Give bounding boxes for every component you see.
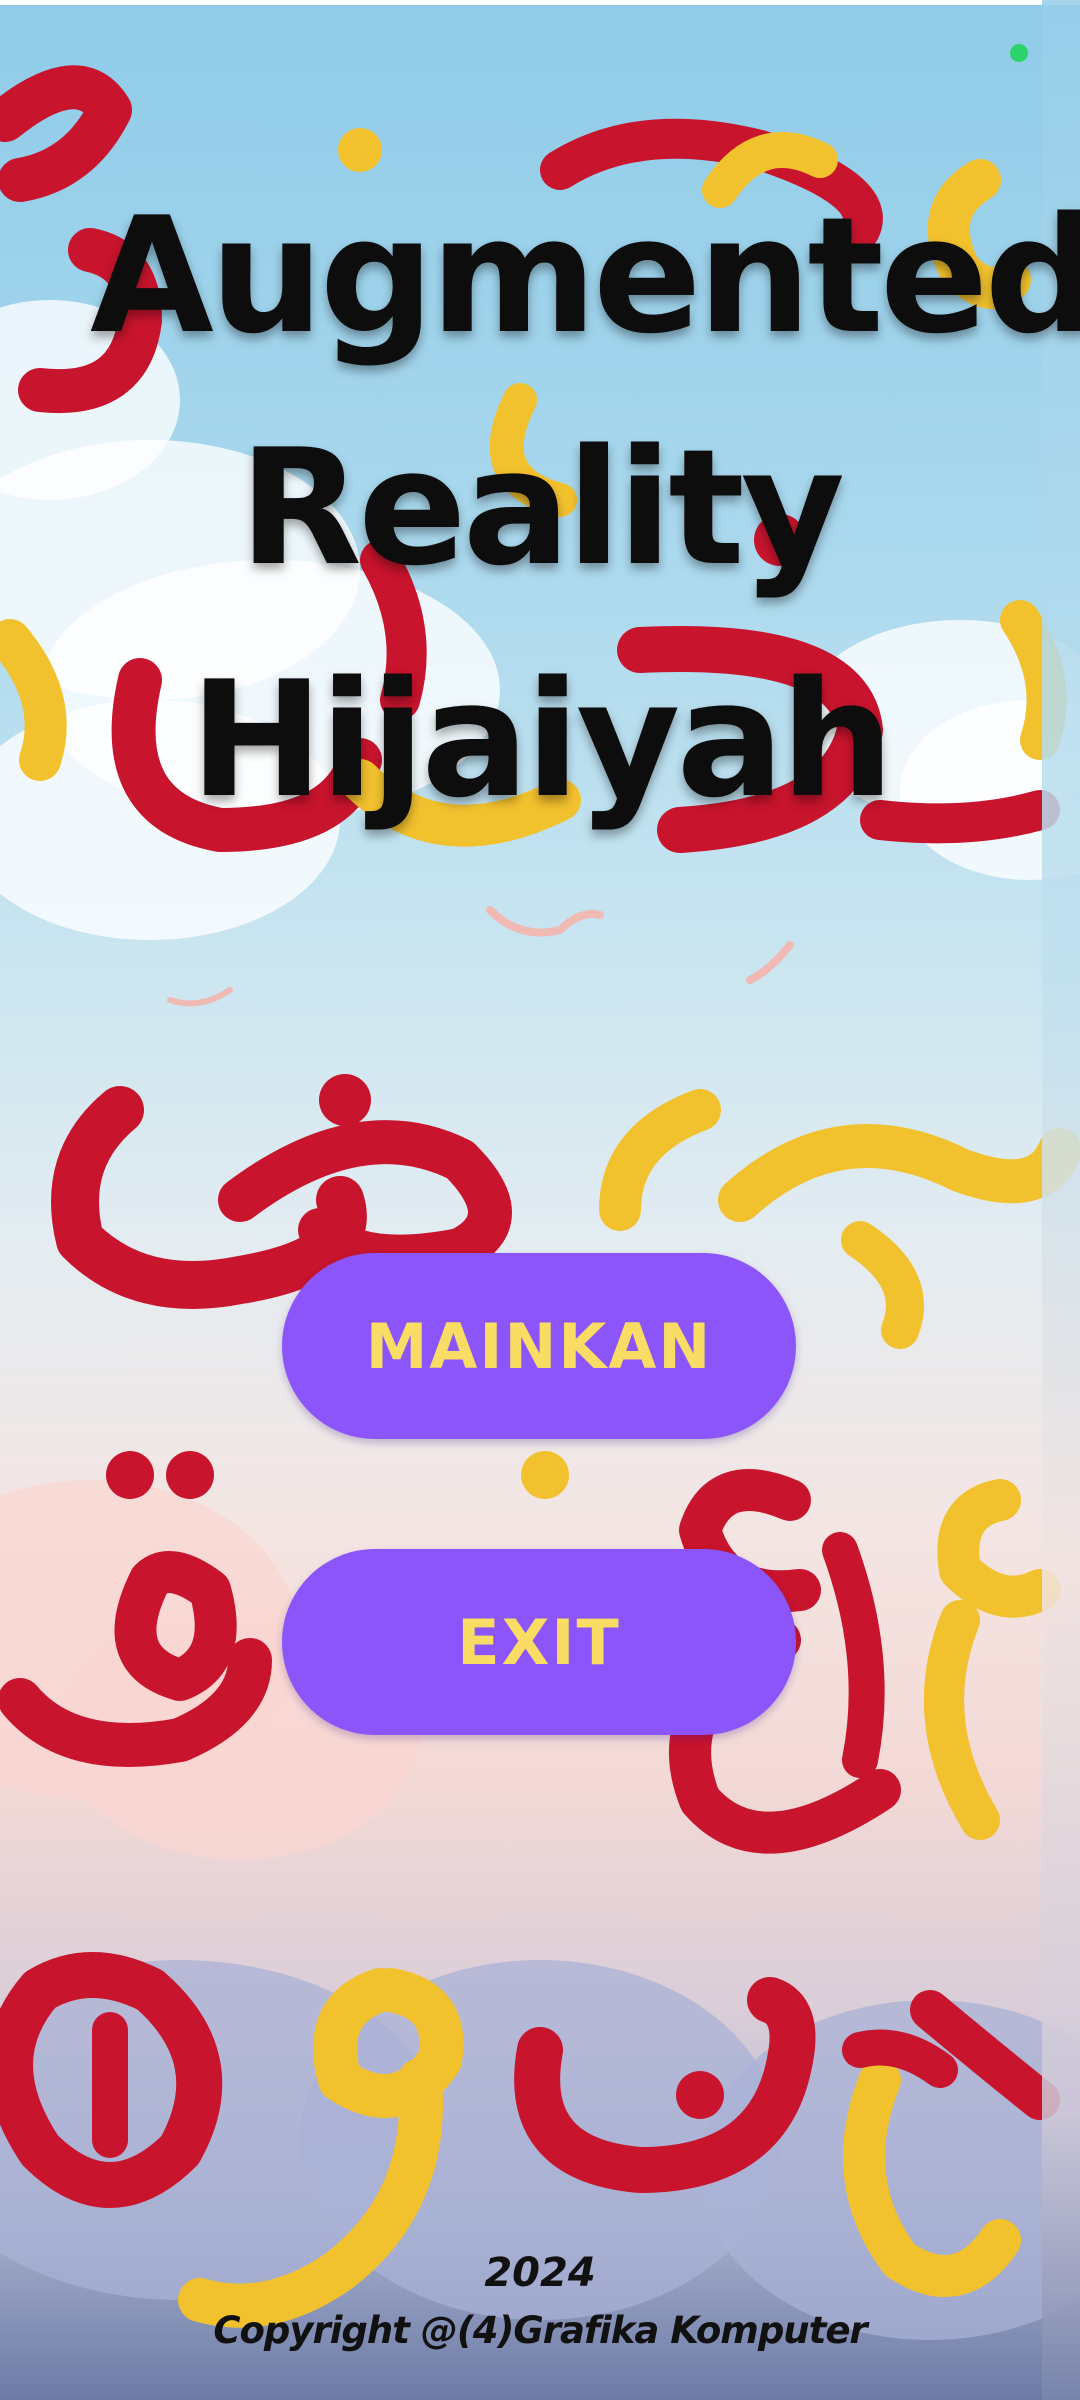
footer-year: 2024: [484, 2250, 596, 2296]
title-line: Reality: [238, 414, 845, 601]
exit-button-label: EXIT: [457, 1605, 621, 1679]
play-button-label: MAINKAN: [365, 1309, 713, 1383]
splash-screen: Augmented Reality Hijaiyah MAINKAN EXIT …: [0, 0, 1080, 2400]
footer-copyright: Copyright @(4)Grafika Komputer: [213, 2309, 867, 2352]
play-button[interactable]: MAINKAN: [282, 1253, 796, 1439]
exit-button[interactable]: EXIT: [282, 1549, 796, 1735]
title-line: Hijaiyah: [189, 646, 895, 833]
app-title: Augmented Reality Hijaiyah: [90, 160, 1080, 856]
title-line: Augmented: [90, 182, 1080, 369]
status-indicator: [1010, 44, 1028, 62]
